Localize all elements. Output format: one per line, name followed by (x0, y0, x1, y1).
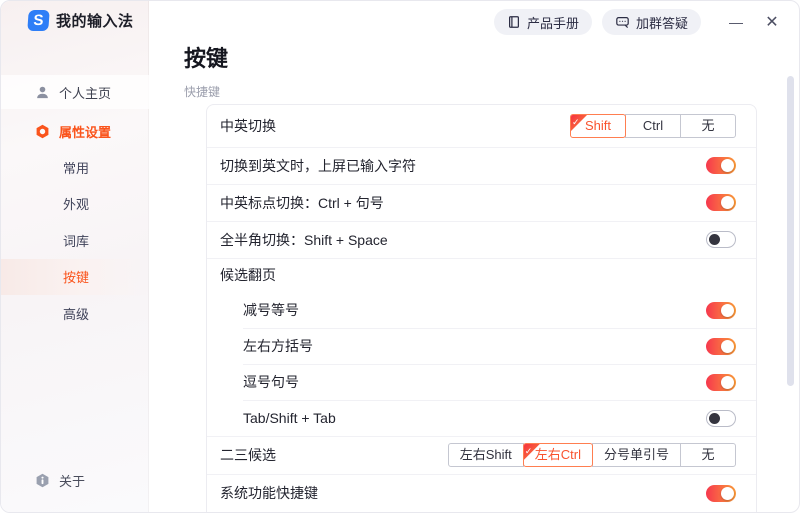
sidebar-subitem[interactable]: 按键 (1, 259, 149, 296)
toggle-knob (709, 413, 720, 424)
section-label: 快捷键 (184, 83, 220, 100)
button-label: 产品手册 (527, 13, 579, 32)
segmented-control: 左右Shift左右Ctrl分号单引号无 (448, 443, 736, 467)
toggle-knob (721, 304, 734, 317)
topbar: 产品手册 加群答疑 — ✕ (494, 9, 785, 35)
setting-label: 左右方括号 (243, 336, 706, 356)
section-header-row: 候选翻页 (207, 258, 756, 292)
sidebar-item-settings[interactable]: 属性设置 (1, 114, 149, 148)
segment-option[interactable]: 左右Ctrl (523, 443, 593, 467)
setting-row: 逗号句号 (207, 364, 756, 400)
book-icon (507, 15, 521, 29)
setting-label: 全半角切换：Shift + Space (220, 230, 706, 250)
setting-label: 中英切换 (220, 116, 570, 136)
toggle-knob (721, 340, 734, 353)
toggle-knob (721, 487, 734, 500)
toggle-knob (721, 159, 734, 172)
person-icon (35, 85, 50, 100)
button-label: 加群答疑 (636, 13, 688, 32)
toggle-switch[interactable] (706, 194, 736, 211)
sidebar-subitem[interactable]: 外观 (1, 186, 149, 223)
sidebar: S 我的输入法 个人主页 属性设置 常用外观词库按键高级 关于 (1, 1, 149, 512)
setting-label: 系统功能快捷键 (220, 483, 706, 503)
setting-row: Tab/Shift + Tab (207, 400, 756, 436)
gear-icon (35, 124, 50, 139)
toggle-knob (721, 196, 734, 209)
toggle-knob (721, 376, 734, 389)
minimize-button[interactable]: — (723, 9, 749, 35)
toggle-switch[interactable] (706, 231, 736, 248)
setting-row: 切换到英文时，上屏已输入字符 (207, 147, 756, 184)
toggle-knob (709, 234, 720, 245)
sidebar-item-about[interactable]: 关于 (1, 463, 149, 497)
app-logo-icon: S (27, 10, 49, 31)
segment-option[interactable]: Ctrl (625, 114, 681, 138)
segment-option[interactable]: 分号单引号 (592, 443, 681, 467)
setting-label: 二三候选 (220, 445, 448, 465)
segment-option[interactable]: 无 (680, 443, 736, 467)
segmented-control: ShiftCtrl无 (570, 114, 736, 138)
toggle-switch[interactable] (706, 302, 736, 319)
sidebar-subitems: 常用外观词库按键高级 (1, 149, 149, 332)
chat-icon (615, 15, 630, 29)
setting-row: 中英切换ShiftCtrl无 (207, 105, 756, 147)
setting-row: 二三候选左右Shift左右Ctrl分号单引号无 (207, 436, 756, 474)
toggle-switch[interactable] (706, 374, 736, 391)
app-title: 我的输入法 (56, 10, 134, 31)
app-logo-row: S 我的输入法 (28, 10, 134, 31)
setting-label: Tab/Shift + Tab (243, 410, 706, 426)
sidebar-item-label: 属性设置 (59, 122, 111, 141)
sidebar-subitem[interactable]: 高级 (1, 295, 149, 332)
segment-option[interactable]: Shift (570, 114, 626, 138)
toggle-switch[interactable] (706, 410, 736, 427)
setting-row: 系统功能快捷键 (207, 474, 756, 512)
setting-label: 逗号句号 (243, 372, 706, 392)
toggle-switch[interactable] (706, 157, 736, 174)
setting-label: 中英标点切换：Ctrl + 句号 (220, 193, 706, 213)
settings-panel: 中英切换ShiftCtrl无切换到英文时，上屏已输入字符中英标点切换：Ctrl … (206, 104, 757, 513)
product-manual-button[interactable]: 产品手册 (494, 9, 592, 35)
close-button[interactable]: ✕ (759, 9, 785, 35)
info-icon (35, 473, 50, 488)
sidebar-item-home[interactable]: 个人主页 (1, 75, 149, 109)
setting-row: 中英标点切换：Ctrl + 句号 (207, 184, 756, 221)
setting-label: 切换到英文时，上屏已输入字符 (220, 156, 706, 176)
setting-label: 候选翻页 (220, 265, 736, 285)
toggle-switch[interactable] (706, 485, 736, 502)
scrollbar-thumb[interactable] (787, 76, 794, 386)
sidebar-subitem[interactable]: 常用 (1, 149, 149, 186)
sidebar-subitem[interactable]: 词库 (1, 222, 149, 259)
setting-row: 减号等号 (207, 292, 756, 328)
setting-label: 减号等号 (243, 300, 706, 320)
page-title: 按键 (184, 41, 228, 73)
setting-row: 左右方括号 (207, 328, 756, 364)
sidebar-item-label: 个人主页 (59, 83, 111, 102)
segment-option[interactable]: 无 (680, 114, 736, 138)
toggle-switch[interactable] (706, 338, 736, 355)
app-window: S 我的输入法 个人主页 属性设置 常用外观词库按键高级 关于 (0, 0, 800, 513)
settings-rows: 中英切换ShiftCtrl无切换到英文时，上屏已输入字符中英标点切换：Ctrl … (207, 105, 756, 512)
segment-option[interactable]: 左右Shift (448, 443, 524, 467)
sidebar-item-label: 关于 (59, 471, 85, 490)
setting-row: 全半角切换：Shift + Space (207, 221, 756, 258)
qa-group-button[interactable]: 加群答疑 (602, 9, 701, 35)
